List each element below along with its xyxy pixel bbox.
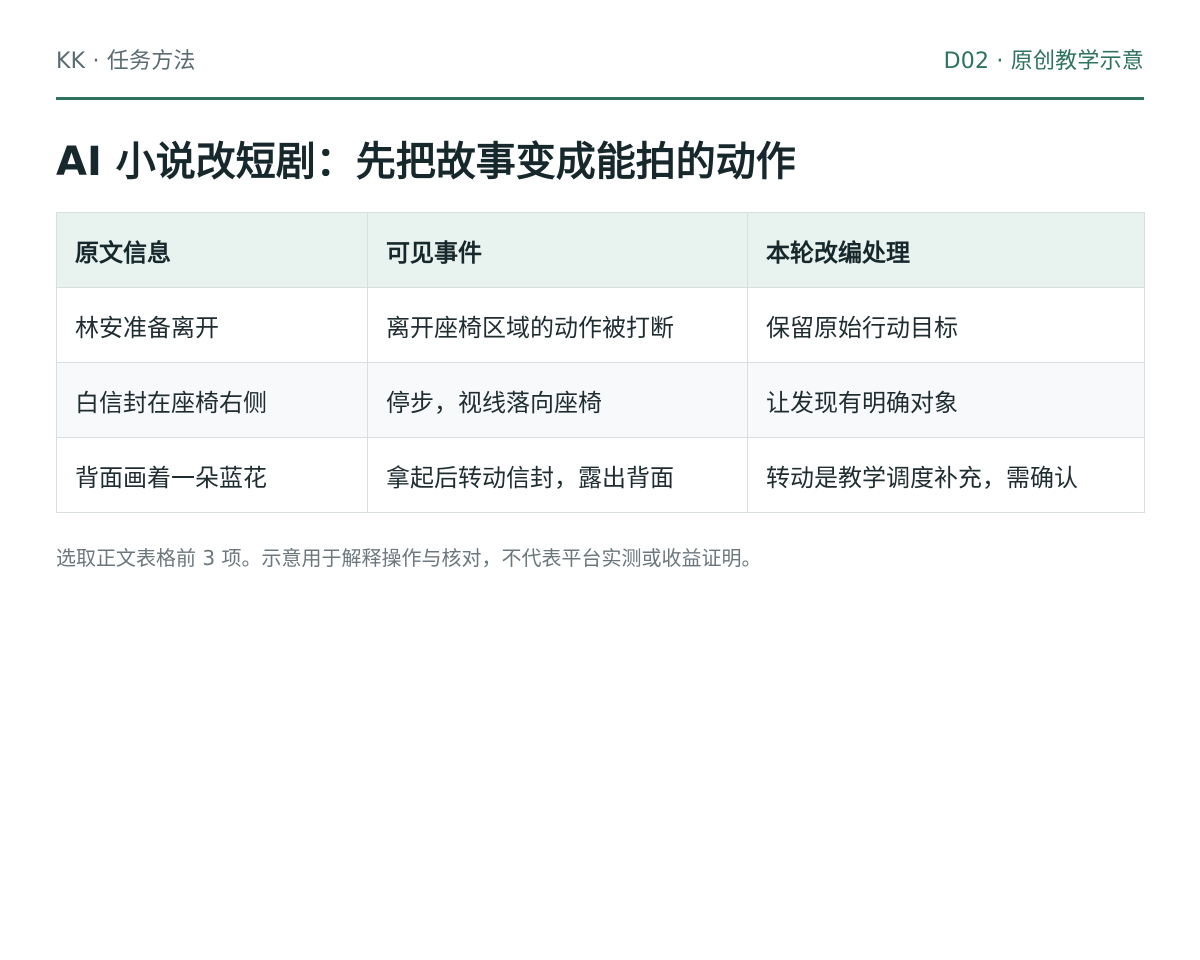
table-cell: 背面画着一朵蓝花 xyxy=(56,437,368,513)
column-header-adaptation: 本轮改编处理 xyxy=(747,212,1145,288)
table-cell: 离开座椅区域的动作被打断 xyxy=(367,287,748,363)
table-cell: 停步，视线落向座椅 xyxy=(367,362,748,438)
table-cell: 转动是教学调度补充，需确认 xyxy=(747,437,1145,513)
adaptation-table: 原文信息 可见事件 本轮改编处理 林安准备离开 离开座椅区域的动作被打断 保留原… xyxy=(56,212,1145,513)
page-header: KK · 任务方法 D02 · 原创教学示意 xyxy=(56,40,1144,100)
table-header-row: 原文信息 可见事件 本轮改编处理 xyxy=(56,212,1145,288)
table-cell: 让发现有明确对象 xyxy=(747,362,1145,438)
section-tag: D02 · 原创教学示意 xyxy=(943,49,1144,74)
table-row: 林安准备离开 离开座椅区域的动作被打断 保留原始行动目标 xyxy=(56,287,1145,363)
page: KK · 任务方法 D02 · 原创教学示意 AI 小说改短剧：先把故事变成能拍… xyxy=(0,0,1200,960)
table-cell: 林安准备离开 xyxy=(56,287,368,363)
table-cell: 保留原始行动目标 xyxy=(747,287,1145,363)
table-cell: 拿起后转动信封，露出背面 xyxy=(367,437,748,513)
table-cell: 白信封在座椅右侧 xyxy=(56,362,368,438)
footnote: 选取正文表格前 3 项。示意用于解释操作与核对，不代表平台实测或收益证明。 xyxy=(56,546,762,570)
page-title: AI 小说改短剧：先把故事变成能拍的动作 xyxy=(56,139,796,185)
table-row: 白信封在座椅右侧 停步，视线落向座椅 让发现有明确对象 xyxy=(56,362,1145,438)
column-header-visible-event: 可见事件 xyxy=(367,212,748,288)
table-row: 背面画着一朵蓝花 拿起后转动信封，露出背面 转动是教学调度补充，需确认 xyxy=(56,437,1145,513)
brand-label: KK · 任务方法 xyxy=(56,49,196,74)
column-header-source: 原文信息 xyxy=(56,212,368,288)
